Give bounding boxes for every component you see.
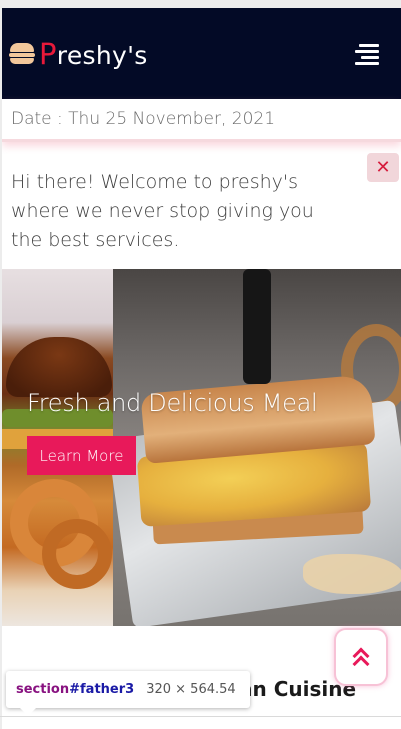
menu-icon[interactable] [355, 42, 379, 66]
devtools-element-tooltip: section #father3 320 × 564.54 [6, 671, 250, 708]
welcome-alert: Hi there! Welcome to preshy's where we n… [2, 154, 401, 268]
welcome-message: Hi there! Welcome to preshy's where we n… [11, 171, 314, 251]
close-alert-button[interactable]: ✕ [367, 153, 399, 182]
divider [0, 716, 401, 717]
brand-logo[interactable]: Preshy's [9, 34, 148, 74]
double-chevron-up-icon [352, 647, 370, 673]
scroll-to-top-button[interactable] [334, 628, 388, 686]
brand-initial: P [39, 37, 57, 71]
learn-more-button[interactable]: Learn More [27, 436, 136, 475]
brand-rest: reshy's [56, 41, 148, 70]
page: Preshy's Date : Thu 25 November, 2021 Hi… [2, 8, 401, 729]
tooltip-arrow [19, 707, 37, 716]
date-text: Date : Thu 25 November, 2021 [11, 109, 276, 129]
brand-name: Preshy's [39, 37, 148, 71]
tooltip-tag: section [16, 682, 70, 697]
date-bar: Date : Thu 25 November, 2021 [2, 99, 401, 142]
close-icon: ✕ [375, 157, 391, 178]
navbar: Preshy's [2, 8, 401, 99]
tooltip-id: #father3 [69, 682, 135, 697]
burger-icon [9, 43, 35, 65]
hero-carousel: Fresh and Delicious Meal Learn More [2, 269, 401, 626]
hero-sandwich-image [107, 269, 401, 626]
tooltip-dimensions: 320 × 564.54 [146, 682, 236, 697]
hero-title: Fresh and Delicious Meal [27, 389, 318, 417]
